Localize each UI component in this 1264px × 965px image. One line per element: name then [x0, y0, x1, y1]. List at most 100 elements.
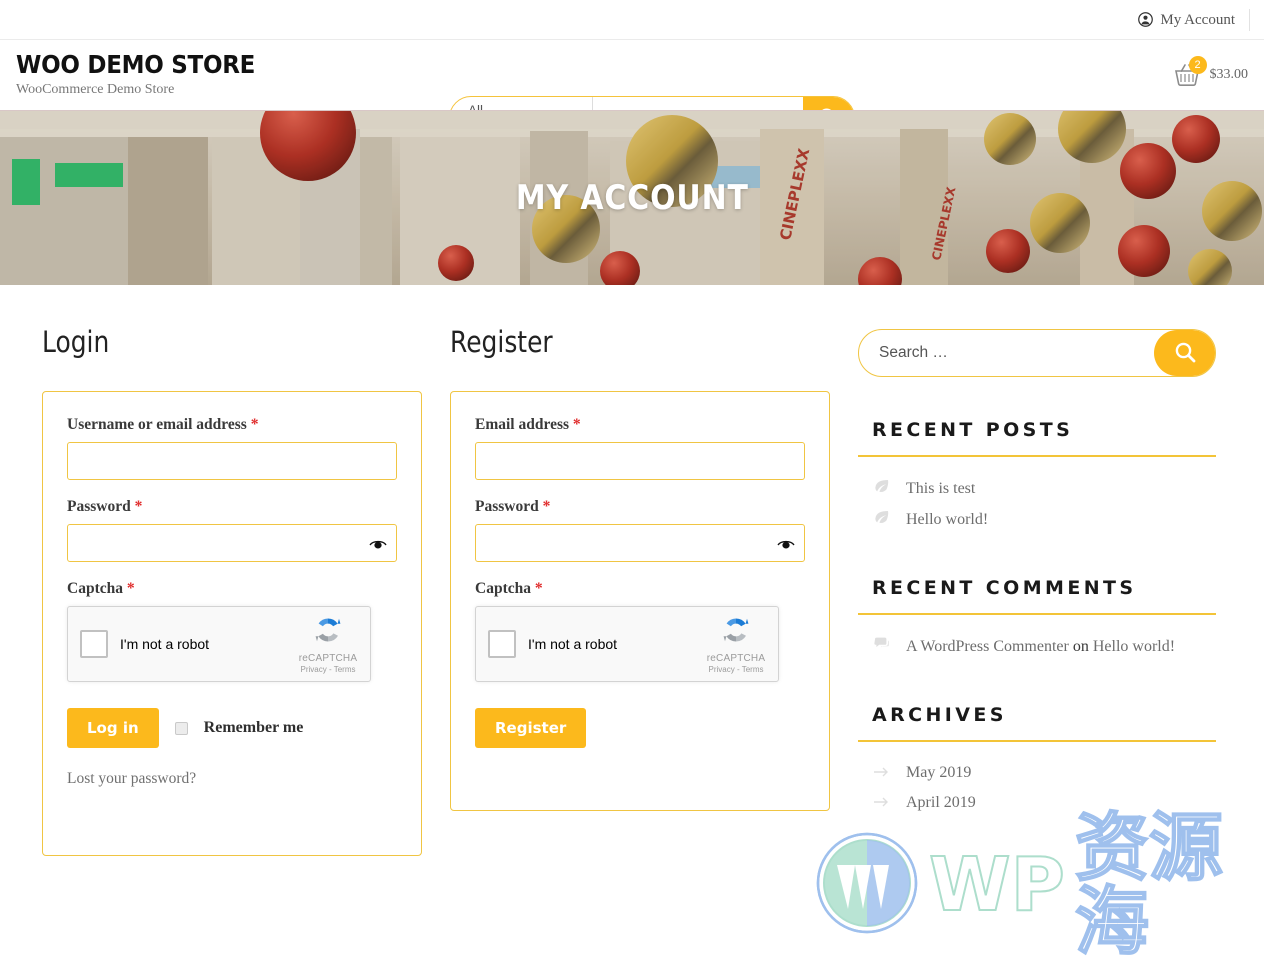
login-username-label-text: Username or email address	[67, 416, 247, 433]
my-account-link[interactable]: My Account	[1138, 8, 1250, 31]
leaf-icon	[874, 479, 892, 498]
widget-title: ARCHIVES	[872, 704, 1007, 726]
remember-me-label: Remember me	[203, 719, 304, 736]
login-recaptcha-label: I'm not a robot	[120, 636, 210, 652]
recaptcha-branding: reCAPTCHA Privacy - Terms	[700, 614, 778, 674]
widget-title: RECENT COMMENTS	[872, 577, 1137, 599]
comment-on-word: on	[1072, 637, 1089, 655]
recent-posts-list: This is test Hello world!	[858, 473, 1216, 535]
comment-icon	[874, 637, 892, 656]
widget-archives: ARCHIVES May 2019 April 2019	[858, 704, 1216, 818]
register-password-input[interactable]	[475, 524, 805, 562]
site-title: WOO DEMO STORE	[16, 49, 256, 79]
register-actions: Register	[475, 708, 805, 748]
leaf-icon	[874, 510, 892, 529]
required-marker: *	[542, 498, 551, 515]
register-heading: Register	[450, 325, 553, 359]
top-utility-bar: My Account	[0, 0, 1264, 40]
cart-count-badge: 2	[1188, 56, 1207, 74]
recaptcha-legal[interactable]: Privacy - Terms	[700, 665, 772, 674]
my-account-label: My Account	[1160, 11, 1235, 28]
login-submit-button[interactable]: Log in	[67, 708, 159, 748]
recaptcha-branding: reCAPTCHA Privacy - Terms	[292, 614, 370, 674]
register-password-group: Password *	[475, 498, 805, 562]
login-recaptcha-widget: I'm not a robot reCAPTCHA Privacy - Term…	[67, 606, 371, 682]
recaptcha-name: reCAPTCHA	[298, 653, 358, 664]
arrow-icon	[874, 794, 892, 812]
recaptcha-logo-icon	[312, 618, 344, 650]
list-item[interactable]: This is test	[858, 473, 1216, 504]
login-captcha-group: Captcha * I'm not a robot reCAPTCHA Priv…	[67, 580, 397, 682]
recent-comments-list: A WordPress Commenter on Hello world!	[858, 631, 1216, 662]
site-tagline: WooCommerce Demo Store	[16, 82, 175, 98]
login-recaptcha-checkbox[interactable]	[80, 630, 108, 658]
cart-total-amount: $33.00	[1209, 67, 1249, 82]
register-column: Register Email address * Password * Capt…	[450, 325, 830, 856]
required-marker: *	[126, 580, 135, 597]
list-item: A WordPress Commenter on Hello world!	[858, 631, 1216, 662]
list-item[interactable]: Hello world!	[858, 504, 1216, 535]
main-content: Login Username or email address * Passwo…	[0, 285, 1264, 856]
page-root: My Account WOO DEMO STORE WooCommerce De…	[0, 0, 1264, 960]
lost-password-link[interactable]: Lost your password?	[67, 770, 397, 788]
user-circle-icon	[1138, 12, 1154, 27]
login-username-label: Username or email address *	[67, 416, 397, 434]
list-item[interactable]: May 2019	[858, 758, 1216, 788]
recent-post-link[interactable]: Hello world!	[906, 511, 988, 529]
comment-post-link[interactable]: Hello world!	[1093, 638, 1175, 655]
archive-link[interactable]: May 2019	[906, 764, 971, 782]
comment-entry: A WordPress Commenter on Hello world!	[906, 638, 1175, 656]
list-item[interactable]: April 2019	[858, 788, 1216, 818]
recent-post-link[interactable]: This is test	[906, 480, 975, 498]
register-captcha-label-text: Captcha	[475, 580, 531, 597]
login-password-label-text: Password	[67, 498, 131, 515]
page-title: MY ACCOUNT	[515, 178, 749, 218]
register-recaptcha-widget: I'm not a robot reCAPTCHA Privacy - Term…	[475, 606, 779, 682]
login-actions: Log in Remember me	[67, 708, 397, 748]
site-header: WOO DEMO STORE WooCommerce Demo Store Al…	[0, 40, 1264, 140]
archives-list: May 2019 April 2019	[858, 758, 1216, 818]
register-recaptcha-label: I'm not a robot	[528, 636, 618, 652]
arrow-icon	[874, 764, 892, 782]
sidebar: RECENT POSTS This is test Hello world!	[858, 325, 1238, 856]
watermark-latin-text: WP	[928, 842, 1066, 928]
sidebar-search	[858, 329, 1216, 377]
eye-icon[interactable]	[777, 537, 795, 549]
register-password-label: Password *	[475, 498, 805, 516]
recaptcha-name: reCAPTCHA	[706, 653, 766, 664]
required-marker: *	[572, 416, 581, 433]
page-hero-banner: CINEPLEXX CINEPLEXX MY ACCOUNT	[0, 110, 1264, 285]
required-marker: *	[134, 498, 143, 515]
widget-recent-comments: RECENT COMMENTS A WordPress Commenter on…	[858, 577, 1216, 662]
login-username-input[interactable]	[67, 442, 397, 480]
widget-title: RECENT POSTS	[872, 419, 1074, 441]
login-captcha-label: Captcha *	[67, 580, 397, 598]
recaptcha-legal[interactable]: Privacy - Terms	[292, 665, 364, 674]
eye-icon[interactable]	[369, 537, 387, 549]
register-form: Email address * Password * Captcha * I'm…	[450, 391, 830, 811]
login-column: Login Username or email address * Passwo…	[42, 325, 422, 856]
login-username-group: Username or email address *	[67, 416, 397, 480]
login-heading: Login	[42, 325, 110, 359]
register-captcha-group: Captcha * I'm not a robot reCAPTCHA Priv…	[475, 580, 805, 682]
site-branding[interactable]: WOO DEMO STORE WooCommerce Demo Store	[16, 49, 436, 98]
register-email-input[interactable]	[475, 442, 805, 480]
login-password-wrapper	[67, 524, 397, 562]
register-submit-button[interactable]: Register	[475, 708, 587, 748]
register-email-label: Email address *	[475, 416, 805, 434]
register-password-label-text: Password	[475, 498, 539, 515]
widget-divider	[858, 455, 1216, 457]
shopping-basket-icon: 2	[1173, 56, 1207, 88]
cart-summary[interactable]: 2 $33.00	[1173, 56, 1249, 88]
required-marker: *	[534, 580, 543, 597]
remember-me-checkbox[interactable]	[174, 721, 188, 735]
register-recaptcha-checkbox[interactable]	[488, 630, 516, 658]
register-email-group: Email address *	[475, 416, 805, 480]
login-password-input[interactable]	[67, 524, 397, 562]
sidebar-search-input[interactable]	[877, 343, 1154, 363]
comment-author-link[interactable]: A WordPress Commenter	[906, 638, 1069, 655]
required-marker: *	[250, 416, 259, 433]
widget-divider	[858, 740, 1216, 742]
sidebar-search-button[interactable]	[1154, 330, 1215, 376]
archive-link[interactable]: April 2019	[906, 794, 976, 812]
